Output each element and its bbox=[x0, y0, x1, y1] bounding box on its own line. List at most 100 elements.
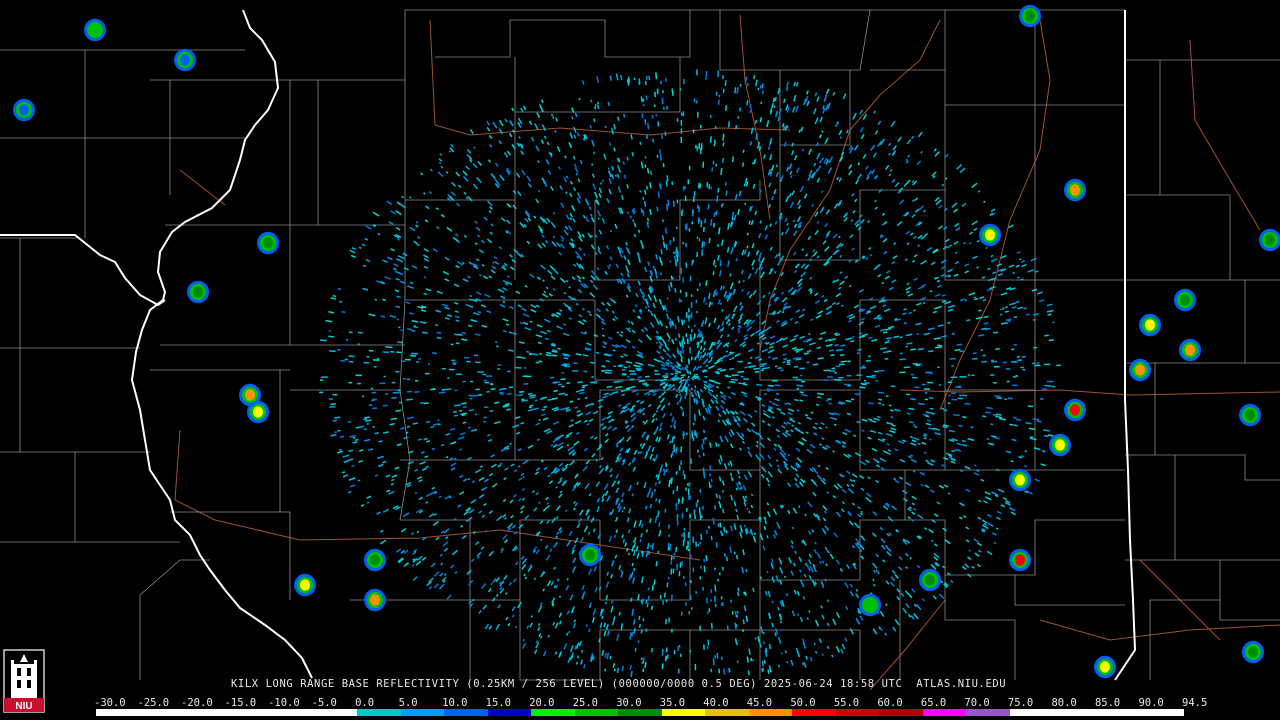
echo-pixel bbox=[791, 150, 795, 156]
echo-pixel bbox=[450, 564, 455, 569]
echo-pixel bbox=[743, 378, 749, 380]
echo-pixel bbox=[875, 380, 879, 382]
echo-pixel bbox=[775, 459, 779, 462]
echo-pixel bbox=[611, 165, 615, 171]
echo-pixel bbox=[747, 450, 753, 458]
echo-pixel bbox=[685, 243, 687, 248]
echo-pixel bbox=[432, 520, 440, 527]
echo-pixel bbox=[891, 424, 896, 427]
echo-pixel bbox=[644, 661, 647, 669]
echo-pixel bbox=[743, 605, 747, 612]
echo-pixel bbox=[870, 429, 877, 434]
echo-pixel bbox=[692, 259, 695, 263]
echo-pixel bbox=[730, 380, 736, 384]
echo-pixel bbox=[495, 341, 498, 344]
echo-pixel bbox=[611, 480, 616, 487]
echo-pixel bbox=[535, 492, 539, 496]
echo-pixel bbox=[647, 445, 652, 452]
echo-pixel bbox=[788, 287, 794, 293]
echo-pixel bbox=[474, 333, 481, 336]
echo-pixel bbox=[411, 352, 419, 355]
echo-pixel bbox=[691, 221, 693, 225]
echo-pixel bbox=[786, 421, 791, 425]
echo-pixel bbox=[703, 558, 705, 563]
echo-pixel bbox=[796, 167, 800, 174]
echo-pixel bbox=[493, 256, 498, 260]
echo-pixel bbox=[1021, 260, 1026, 263]
echo-pixel bbox=[543, 135, 547, 139]
echo-pixel bbox=[1009, 507, 1016, 512]
echo-pixel bbox=[563, 357, 569, 360]
echo-pixel bbox=[473, 354, 479, 357]
echo-pixel bbox=[714, 126, 717, 129]
echo-pixel bbox=[745, 615, 749, 622]
echo-pixel bbox=[1011, 438, 1017, 442]
echo-pixel bbox=[615, 385, 623, 389]
echo-pixel bbox=[676, 563, 678, 571]
echo-pixel bbox=[453, 414, 458, 417]
echo-pixel bbox=[480, 239, 485, 244]
echo-pixel bbox=[698, 206, 700, 213]
echo-pixel bbox=[710, 668, 713, 673]
echo-pixel bbox=[781, 296, 788, 303]
echo-pixel bbox=[726, 313, 731, 319]
echo-pixel bbox=[675, 447, 678, 454]
echo-pixel bbox=[667, 524, 670, 529]
echo-pixel bbox=[959, 394, 962, 397]
echo-pixel bbox=[1013, 424, 1019, 427]
echo-pixel bbox=[685, 312, 688, 318]
echo-pixel bbox=[968, 241, 972, 245]
cell-core bbox=[585, 549, 595, 561]
echo-pixel bbox=[640, 576, 644, 584]
echo-pixel bbox=[673, 552, 676, 556]
echo-pixel bbox=[840, 360, 847, 363]
echo-pixel bbox=[701, 515, 703, 518]
echo-pixel bbox=[633, 520, 637, 528]
echo-pixel bbox=[589, 313, 592, 317]
echo-pixel bbox=[590, 217, 595, 223]
echo-pixel bbox=[655, 72, 658, 80]
echo-pixel bbox=[699, 541, 701, 544]
echo-pixel bbox=[595, 351, 600, 355]
echo-pixel bbox=[355, 374, 362, 377]
echo-pixel bbox=[519, 321, 523, 325]
echo-pixel bbox=[717, 523, 720, 528]
echo-pixel bbox=[338, 448, 342, 452]
storm-cell bbox=[859, 593, 881, 617]
echo-pixel bbox=[670, 561, 673, 565]
echo-pixel bbox=[708, 442, 712, 448]
echo-pixel bbox=[888, 173, 892, 177]
echo-pixel bbox=[795, 473, 800, 478]
echo-pixel bbox=[933, 148, 937, 152]
storm-cell bbox=[84, 18, 106, 42]
echo-pixel bbox=[1015, 300, 1020, 304]
cell-core bbox=[180, 54, 190, 66]
echo-pixel bbox=[888, 142, 892, 147]
echo-pixel bbox=[557, 347, 561, 350]
echo-pixel bbox=[418, 496, 424, 501]
echo-pixel bbox=[604, 601, 608, 605]
echo-pixel bbox=[903, 366, 910, 369]
echo-pixel bbox=[818, 638, 822, 644]
echo-pixel bbox=[570, 238, 574, 242]
echo-pixel bbox=[420, 309, 427, 313]
echo-pixel bbox=[532, 353, 539, 356]
echo-pixel bbox=[660, 248, 663, 255]
echo-pixel bbox=[565, 191, 568, 194]
echo-pixel bbox=[675, 226, 678, 229]
echo-pixel bbox=[451, 359, 456, 362]
echo-pixel bbox=[623, 113, 626, 118]
echo-pixel bbox=[1010, 360, 1017, 363]
echo-pixel bbox=[972, 352, 977, 355]
echo-pixel bbox=[682, 186, 685, 192]
echo-pixel bbox=[424, 219, 429, 223]
echo-pixel bbox=[573, 440, 580, 446]
echo-pixel bbox=[968, 549, 972, 552]
echo-pixel bbox=[941, 335, 948, 338]
echo-pixel bbox=[777, 464, 780, 468]
echo-pixel bbox=[625, 360, 633, 364]
echo-pixel bbox=[823, 298, 828, 303]
echo-pixel bbox=[530, 303, 537, 309]
echo-pixel bbox=[645, 529, 648, 533]
echo-pixel bbox=[860, 133, 865, 140]
